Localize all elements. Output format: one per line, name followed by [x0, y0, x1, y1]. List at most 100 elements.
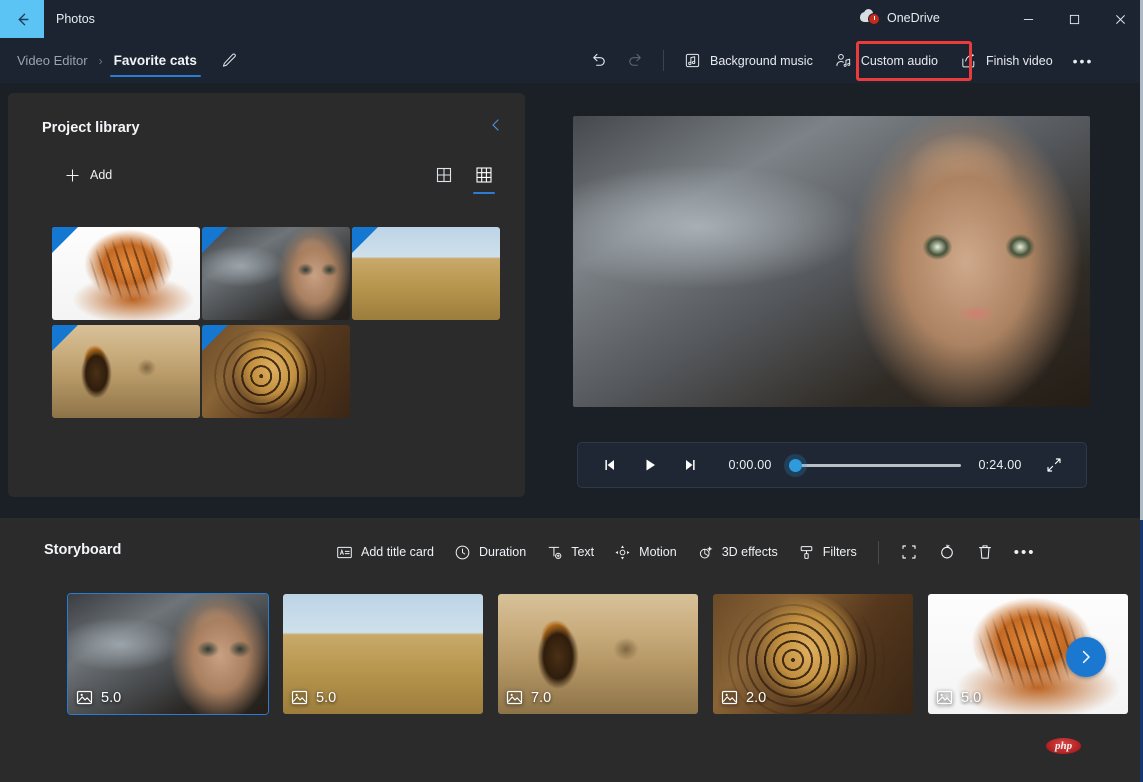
filters-label: Filters — [822, 545, 857, 559]
storyboard-clip-cougar[interactable]: 5.0 — [67, 593, 269, 715]
library-item-tiger[interactable] — [52, 227, 200, 320]
3d-effects-label: 3D effects — [721, 545, 778, 559]
text-icon — [548, 546, 562, 559]
storyboard-clip-strip: 5.0 5.0 7.0 2.0 5.0 — [0, 593, 1143, 744]
back-arrow-icon — [18, 12, 29, 26]
clip-duration-badge: 5.0 — [291, 689, 336, 706]
clip-duration-value: 5.0 — [316, 689, 337, 706]
rename-project-button[interactable] — [218, 49, 242, 73]
project-library-panel: Project library Add — [8, 93, 525, 497]
previous-frame-button[interactable] — [592, 449, 628, 481]
selected-corner-marker — [52, 325, 78, 351]
pencil-icon — [223, 53, 237, 67]
custom-audio-icon — [836, 54, 851, 67]
photos-video-editor-window: Photos OneDrive Video Editor › Favorite … — [0, 0, 1143, 782]
more-options-button[interactable]: ••• — [1064, 44, 1103, 77]
duration-label: Duration — [478, 545, 527, 559]
rotate-icon — [940, 544, 953, 559]
plus-icon — [66, 168, 79, 182]
undo-icon — [593, 53, 605, 66]
selected-corner-marker — [52, 227, 78, 253]
storyboard-clip-leopard[interactable]: 2.0 — [713, 594, 913, 714]
clip-duration-badge: 7.0 — [506, 689, 551, 706]
ellipsis-icon: ••• — [1013, 543, 1036, 561]
filters-button[interactable]: Filters — [788, 535, 867, 569]
share-export-icon — [962, 53, 975, 68]
add-title-card-button[interactable]: Add title card — [326, 535, 444, 569]
video-preview[interactable] — [573, 116, 1090, 407]
storyboard-toolbar-divider — [877, 540, 879, 564]
play-button[interactable] — [632, 449, 668, 481]
add-title-card-label: Add title card — [361, 545, 434, 559]
play-icon — [646, 459, 655, 471]
previous-frame-icon — [605, 460, 614, 470]
delete-button[interactable] — [966, 535, 1004, 569]
crop-icon — [902, 545, 916, 559]
back-button[interactable] — [0, 0, 44, 38]
crop-button[interactable] — [890, 535, 928, 569]
custom-audio-label: Custom audio — [860, 53, 938, 68]
music-note-icon — [685, 53, 700, 68]
close-button[interactable] — [1097, 0, 1143, 38]
clip-duration-badge: 5.0 — [76, 689, 121, 706]
finish-video-label: Finish video — [985, 53, 1053, 68]
library-item-cougar[interactable] — [202, 227, 350, 320]
storyboard-panel: Storyboard Add title card Duration Text … — [0, 518, 1143, 782]
fullscreen-button[interactable] — [1036, 449, 1072, 481]
trash-icon — [978, 545, 991, 559]
storyboard-clip-cheetahs[interactable]: 5.0 — [283, 594, 483, 714]
current-time-label: 0:00.00 — [728, 458, 772, 472]
view-large-grid-button[interactable] — [471, 162, 497, 194]
minimize-button[interactable] — [1005, 0, 1051, 38]
text-button[interactable]: Text — [536, 535, 604, 569]
motion-button[interactable]: Motion — [604, 535, 687, 569]
undo-button[interactable] — [580, 44, 617, 77]
finish-video-button[interactable]: Finish video — [949, 44, 1064, 77]
view-small-grid-button[interactable] — [431, 162, 457, 188]
brush-icon — [800, 545, 813, 559]
storyboard-more-button[interactable]: ••• — [1004, 535, 1046, 569]
add-media-label: Add — [90, 168, 113, 182]
onedrive-status[interactable]: OneDrive — [860, 9, 940, 26]
clip-duration-value: 2.0 — [746, 689, 767, 706]
library-item-lion[interactable] — [52, 325, 200, 418]
add-media-button[interactable]: Add — [56, 163, 121, 188]
clip-duration-value: 7.0 — [531, 689, 552, 706]
chevron-right-icon — [1082, 650, 1090, 664]
redo-button[interactable] — [617, 44, 654, 77]
collapse-library-button[interactable] — [485, 114, 507, 141]
library-view-toggles — [431, 162, 497, 194]
toolbar-divider — [663, 50, 664, 71]
storyboard-clip-lion[interactable]: 7.0 — [498, 594, 698, 714]
breadcrumb-current[interactable]: Favorite cats — [109, 51, 202, 77]
background-music-label: Background music — [710, 53, 813, 68]
app-title: Photos — [56, 12, 95, 26]
onedrive-cloud-icon — [860, 9, 880, 26]
maximize-button[interactable] — [1051, 0, 1097, 38]
selected-corner-marker — [202, 325, 228, 351]
clip-duration-badge: 2.0 — [721, 689, 766, 706]
breadcrumb-parent[interactable]: Video Editor — [13, 51, 92, 70]
clock-icon — [455, 545, 470, 559]
library-item-cheetahs[interactable] — [352, 227, 500, 320]
image-icon — [721, 690, 738, 705]
scrubber-track — [789, 463, 961, 467]
3d-effects-button[interactable]: 3D effects — [687, 535, 788, 569]
playback-controls: 0:00.00 0:24.00 — [577, 442, 1087, 488]
chevron-left-icon — [492, 119, 499, 131]
storyboard-scroll-right-button[interactable] — [1066, 637, 1106, 677]
storyboard-title: Storyboard — [44, 542, 122, 558]
library-item-leopard[interactable] — [202, 325, 350, 418]
project-library-title: Project library — [42, 119, 140, 136]
duration-button[interactable]: Duration — [444, 535, 536, 569]
next-frame-button[interactable] — [672, 449, 708, 481]
scrubber-thumb[interactable] — [789, 458, 802, 472]
redo-icon — [629, 53, 641, 66]
close-icon — [1115, 14, 1125, 24]
command-bar: Video Editor › Favorite cats Background … — [0, 38, 1143, 83]
rotate-button[interactable] — [928, 535, 966, 569]
text-label: Text — [571, 545, 595, 559]
background-music-button[interactable]: Background music — [673, 44, 824, 77]
playback-scrubber[interactable] — [789, 454, 961, 476]
custom-audio-button[interactable]: Custom audio — [824, 44, 949, 77]
